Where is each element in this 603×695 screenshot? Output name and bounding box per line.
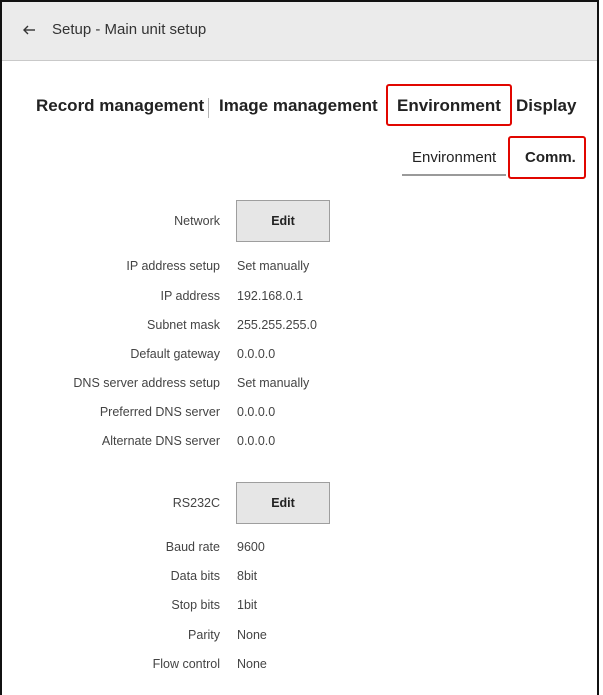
title-bar: Setup - Main unit setup [2,2,597,61]
data-bits-label: Data bits [170,569,220,583]
network-label: Network [174,214,220,228]
subnet-mask-label: Subnet mask [147,318,220,332]
flow-control-value: None [237,657,267,671]
arrow-left-icon[interactable] [22,22,38,38]
data-bits-value: 8bit [237,569,258,583]
highlight-box-environment [386,84,512,126]
rs232c-label: RS232C [172,496,220,510]
subtab-underline [402,174,506,176]
alternate-dns-server-label: Alternate DNS server [101,434,220,448]
page-title: Setup - Main unit setup [52,21,207,38]
default-gateway-label: Default gateway [130,347,220,361]
dns-server-address-setup-label: DNS server address setup [73,376,220,390]
baud-rate-label: Baud rate [165,540,220,554]
ip-address-setup-label: IP address setup [126,259,220,273]
dns-server-address-setup-value: Set manually [237,376,310,390]
preferred-dns-server-label: Preferred DNS server [99,405,220,419]
baud-rate-value: 9600 [237,540,265,554]
alternate-dns-server-value: 0.0.0.0 [237,434,276,448]
flow-control-label: Flow control [152,657,220,671]
highlight-box-comm [508,136,586,179]
preferred-dns-server-value: 0.0.0.0 [237,405,276,419]
stop-bits-value: 1bit [237,598,258,612]
ip-address-value: 192.168.0.1 [237,289,304,303]
ip-address-label: IP address [160,289,220,303]
network-edit-button[interactable]: Edit [236,200,330,242]
rs232c-edit-button[interactable]: Edit [236,482,330,524]
tab-image-management[interactable]: Image management [219,96,378,116]
subnet-mask-value: 255.255.255.0 [237,318,317,332]
parity-value: None [237,628,267,642]
default-gateway-value: 0.0.0.0 [237,347,276,361]
parity-label: Parity [188,628,220,642]
ip-address-setup-value: Set manually [237,259,310,273]
tab-record-management[interactable]: Record management [36,96,204,116]
stop-bits-label: Stop bits [171,598,220,612]
tab-display[interactable]: Display [516,96,576,116]
subtab-environment[interactable]: Environment [412,149,496,166]
tab-separator [208,98,209,118]
